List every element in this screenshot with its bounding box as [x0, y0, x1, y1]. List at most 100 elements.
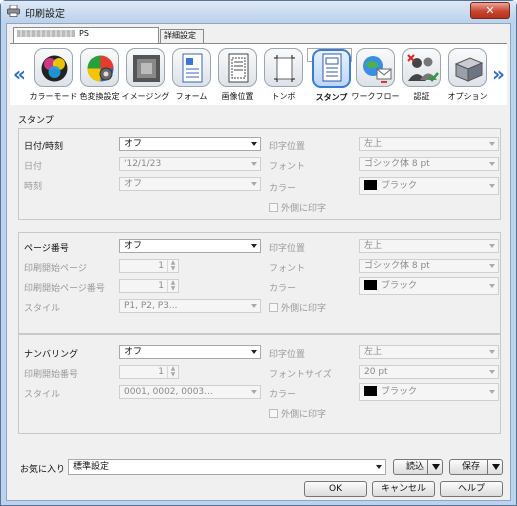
save-button[interactable]: 保存 [449, 459, 503, 475]
time-label: 時刻 [24, 182, 43, 192]
outside-print-checkbox[interactable]: 外側に印字 [269, 407, 326, 420]
start-page-label: 印刷開始ページ [24, 264, 87, 274]
print-position-select[interactable]: 左上 [359, 345, 499, 359]
save-label: 保存 [462, 462, 481, 472]
load-button[interactable]: 読込 [393, 459, 443, 475]
chevron-down-icon [489, 284, 495, 288]
font-value: ゴシック体 8 pt [364, 261, 430, 271]
toolbar-item-workflow[interactable]: ワークフロー [352, 48, 400, 104]
toolbar-item-color-conversion[interactable]: 色変換設定 [77, 48, 122, 104]
print-position-select[interactable]: 左上 [359, 137, 499, 151]
time-value: オフ [124, 179, 143, 189]
chevron-down-icon [251, 350, 257, 354]
toolbar-item-crop-marks[interactable]: トンボ [261, 48, 306, 104]
checkbox-box [269, 303, 278, 312]
title-bar: 印刷設定 ✕ [1, 1, 516, 22]
color-mode-icon [34, 48, 73, 87]
page-number-group: ページ番号 オフ 印刷開始ページ 1 ▲ ▼ 印刷開始ページ番号 1 ▲ ▼ スタイル … [18, 232, 501, 334]
image-position-icon [218, 48, 257, 87]
toolbar-item-authentication[interactable]: 認証 [399, 48, 444, 104]
toolbar-item-stamp[interactable]: スタンプ [307, 48, 352, 102]
font-select[interactable]: ゴシック体 8 pt [359, 259, 499, 273]
color-select[interactable]: ブラック [359, 277, 499, 295]
tab-printer-suffix: PS [79, 29, 89, 38]
print-position-select[interactable]: 左上 [359, 239, 499, 253]
font-select[interactable]: ゴシック体 8 pt [359, 157, 499, 171]
scroll-left-arrow-icon[interactable]: « [13, 62, 26, 86]
outside-print-checkbox[interactable]: 外側に印字 [269, 301, 326, 314]
color-select[interactable]: ブラック [359, 177, 499, 195]
chevron-down-icon [489, 244, 495, 248]
stepper-arrows-icon[interactable]: ▲ ▼ [167, 366, 178, 378]
numbering-group: ナンバリング オフ 印刷開始番号 1 ▲ ▼ スタイル 0001, 0002, 00… [18, 334, 501, 434]
color-value: ブラック [381, 387, 418, 397]
page-number-value: オフ [124, 241, 143, 251]
font-size-label: フォントサイズ [269, 370, 332, 380]
favorites-label: お気に入り [20, 465, 66, 475]
start-number-value: 1 [158, 367, 164, 377]
chevron-down-icon [489, 350, 495, 354]
ok-button[interactable]: OK [304, 481, 367, 497]
option-icon [448, 48, 487, 87]
chevron-down-icon [251, 304, 257, 308]
date-label: 日付 [24, 162, 43, 172]
chevron-down-icon [489, 162, 495, 166]
numbering-select[interactable]: オフ [119, 345, 261, 359]
scroll-right-arrow-icon[interactable]: » [492, 62, 505, 86]
print-settings-window: 印刷設定 ✕ PS 詳細設定 « » カラーモード 色変換設定 イメージング フ… [0, 0, 517, 506]
save-dropdown[interactable] [487, 460, 502, 474]
chevron-down-icon [489, 184, 495, 188]
start-number-stepper[interactable]: 1 ▲ ▼ [119, 365, 179, 379]
toolbar-item-imaging[interactable]: イメージング [122, 48, 169, 104]
color-value: ブラック [381, 281, 418, 291]
close-button[interactable]: ✕ [470, 2, 510, 19]
datetime-select[interactable]: オフ [119, 137, 261, 151]
page-style-value: P1, P2, P3... [124, 301, 178, 311]
start-number-label: 印刷開始番号 [24, 370, 79, 380]
window-title: 印刷設定 [25, 9, 65, 20]
stepper-arrows-icon[interactable]: ▲ ▼ [167, 280, 178, 292]
load-dropdown[interactable] [427, 460, 442, 474]
time-select[interactable]: オフ [119, 177, 261, 191]
favorites-value: 標準設定 [73, 462, 110, 472]
favorites-select[interactable]: 標準設定 [68, 459, 386, 475]
toolbar-label: オプション [447, 92, 488, 101]
stepper-arrows-icon[interactable]: ▲ ▼ [167, 260, 178, 272]
chevron-down-icon [376, 465, 382, 469]
chevron-down-icon [432, 464, 440, 470]
start-page-number-stepper[interactable]: 1 ▲ ▼ [119, 279, 179, 293]
outside-print-checkbox[interactable]: 外側に印字 [269, 201, 326, 214]
toolbar-item-image-position[interactable]: 画像位置 [215, 48, 260, 104]
tab-advanced-settings[interactable]: 詳細設定 [160, 29, 204, 43]
help-button[interactable]: ヘルプ [440, 481, 503, 497]
dialog-footer: お気に入り 標準設定 読込 保存 OK キャンセル ヘルプ [10, 458, 507, 498]
chevron-down-icon [489, 370, 495, 374]
close-icon: ✕ [485, 4, 495, 17]
color-label: カラー [269, 284, 297, 294]
cancel-button[interactable]: キャンセル [372, 481, 435, 497]
numbering-style-select[interactable]: 0001, 0002, 0003... [119, 385, 261, 399]
date-select[interactable]: '12/1/23 [119, 157, 261, 171]
outside-print-label: 外側に印字 [281, 204, 327, 214]
color-swatch [364, 279, 377, 290]
numbering-style-value: 0001, 0002, 0003... [124, 387, 213, 397]
date-value: '12/1/23 [124, 159, 162, 169]
start-page-stepper[interactable]: 1 ▲ ▼ [119, 259, 179, 273]
toolbar-item-color-mode[interactable]: カラーモード [30, 48, 78, 104]
printer-name-redacted [17, 30, 75, 37]
print-position-label: 印字位置 [269, 142, 306, 152]
tab-printer[interactable]: PS [13, 27, 159, 43]
chevron-down-icon [492, 464, 500, 470]
page-style-select[interactable]: P1, P2, P3... [119, 299, 261, 313]
color-select[interactable]: ブラック [359, 383, 499, 401]
chevron-down-icon [251, 244, 257, 248]
form-icon [172, 48, 211, 87]
toolbar-item-option[interactable]: オプション [445, 48, 490, 104]
page-number-select[interactable]: オフ [119, 239, 261, 253]
print-position-label: 印字位置 [269, 244, 306, 254]
chevron-down-icon [489, 142, 495, 146]
page-number-label: ページ番号 [24, 244, 69, 254]
font-size-select[interactable]: 20 pt [359, 365, 499, 379]
toolbar-item-form[interactable]: フォーム [169, 48, 214, 104]
workflow-icon [356, 48, 395, 87]
